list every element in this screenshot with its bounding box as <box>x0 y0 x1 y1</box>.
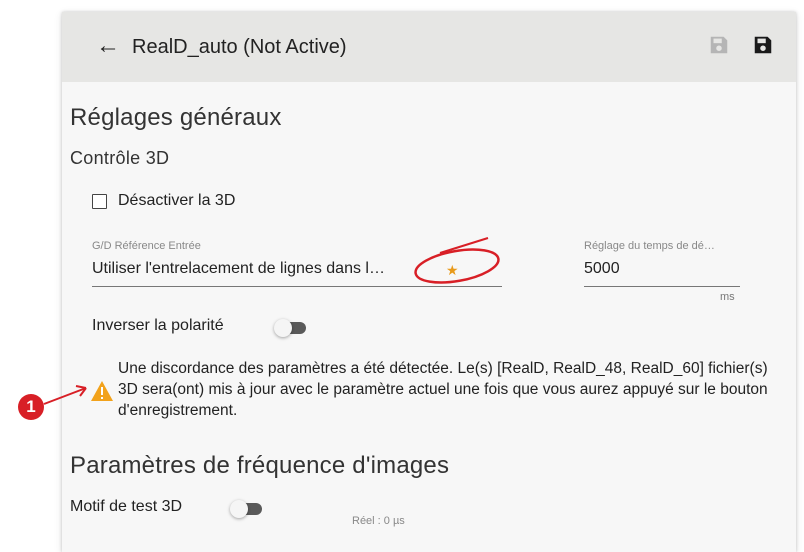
toggle-knob <box>230 500 248 518</box>
page-title: RealD_auto (Not Active) <box>132 36 347 58</box>
header-bar: ← RealD_auto (Not Active) <box>62 12 796 82</box>
mismatch-warning-text: Une discordance des paramètres a été dét… <box>118 360 768 419</box>
frame-rate-settings-title: Paramètres de fréquence d'images <box>70 452 450 479</box>
timing-unit: ms <box>720 291 735 303</box>
general-settings-title: Réglages généraux <box>70 104 282 131</box>
toggle-knob <box>274 319 292 337</box>
3d-control-subtitle: Contrôle 3D <box>70 148 170 168</box>
checkbox-box[interactable] <box>92 194 107 209</box>
timing-input[interactable]: 5000 <box>584 260 620 278</box>
test-pattern-toggle[interactable] <box>230 500 264 518</box>
gd-reference-label: G/D Référence Entrée <box>92 240 201 252</box>
settings-panel: ← RealD_auto (Not Active) Réglages génér… <box>62 12 796 552</box>
invert-polarity-toggle[interactable] <box>274 319 308 337</box>
disable-3d-label: Désactiver la 3D <box>118 192 236 209</box>
timing-underline <box>584 286 740 287</box>
invert-polarity-label: Inverser la polarité <box>92 317 224 334</box>
real-status-text: Réel : 0 µs <box>352 515 405 527</box>
modified-star-icon: ★ <box>446 262 459 278</box>
annotation-badge: 1 <box>18 394 44 420</box>
gd-reference-select[interactable]: Utiliser l'entrelacement de lignes dans … <box>92 260 385 278</box>
timing-label: Réglage du temps de dé… <box>584 240 715 252</box>
warning-triangle-icon <box>91 381 113 401</box>
save-disabled-icon[interactable] <box>708 34 730 56</box>
back-arrow-icon[interactable]: ← <box>96 34 120 58</box>
test-pattern-label: Motif de test 3D <box>70 498 183 515</box>
gd-reference-underline <box>92 286 502 287</box>
save-icon[interactable] <box>752 34 774 56</box>
